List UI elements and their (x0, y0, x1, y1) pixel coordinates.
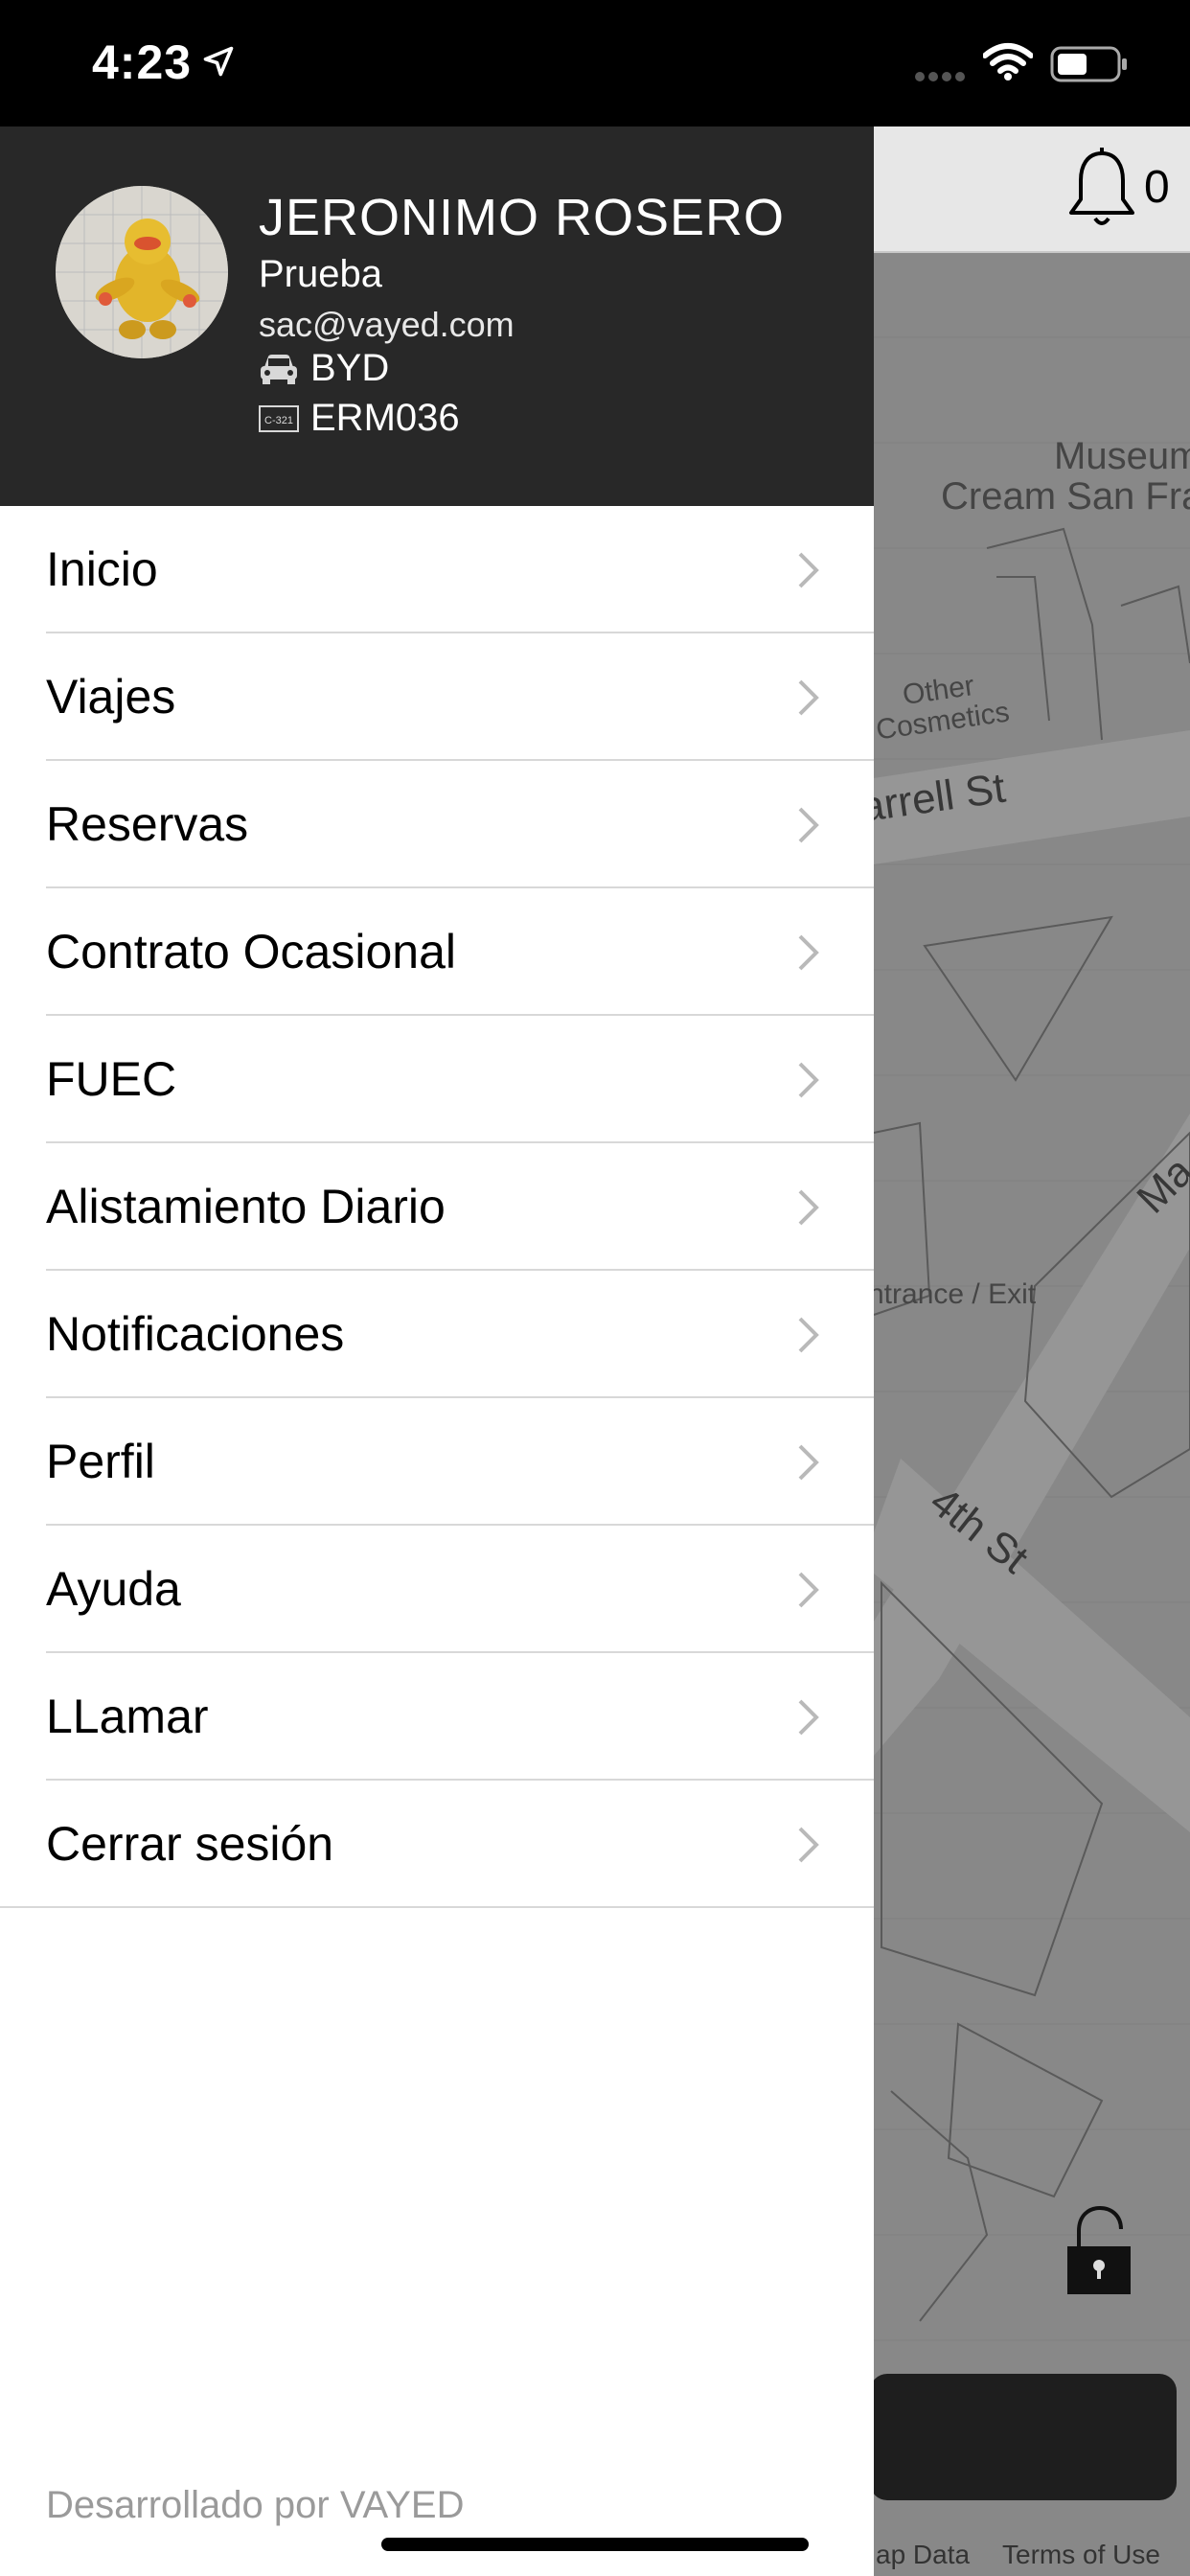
user-name: JERONIMO ROSERO (259, 189, 786, 246)
license-plate-icon: C-321 (259, 404, 299, 432)
menu-item-llamar[interactable]: LLamar (0, 1653, 874, 1781)
cellular-signal-icon (915, 69, 969, 86)
status-bar: 4:23 (0, 0, 1190, 126)
developer-credit: Desarrollado por VAYED (46, 2484, 465, 2526)
vehicle-row: BYD (259, 347, 389, 390)
chevron-right-icon (798, 1827, 819, 1863)
chevron-right-icon (798, 1317, 819, 1353)
location-arrow-icon (203, 46, 234, 77)
battery-icon (1050, 46, 1127, 82)
menu-item-viajes[interactable]: Viajes (0, 633, 874, 761)
menu-item-ayuda[interactable]: Ayuda (0, 1526, 874, 1653)
status-time: 4:23 (92, 35, 193, 89)
menu-separator (0, 1906, 874, 1908)
wifi-icon (983, 43, 1033, 80)
chevron-right-icon (798, 1572, 819, 1608)
menu-item-reservas[interactable]: Reservas (0, 761, 874, 888)
menu-item-perfil[interactable]: Perfil (0, 1398, 874, 1526)
home-indicator[interactable] (381, 2538, 809, 2551)
chevron-right-icon (798, 552, 819, 588)
menu-item-fuec[interactable]: FUEC (0, 1016, 874, 1143)
vehicle-plate: ERM036 (310, 397, 460, 439)
plate-row: C-321 ERM036 (259, 397, 460, 440)
avatar-image (56, 186, 228, 358)
menu-item-label: Perfil (46, 1435, 155, 1488)
menu-item-notificaciones[interactable]: Notificaciones (0, 1271, 874, 1398)
menu-item-alistamiento-diario[interactable]: Alistamiento Diario (0, 1143, 874, 1271)
user-company: Prueba (259, 253, 382, 295)
side-drawer: JERONIMO ROSERO Prueba sac@vayed.com BYD… (0, 126, 874, 2576)
chevron-right-icon (798, 934, 819, 971)
menu-item-label: Viajes (46, 670, 176, 724)
map-data-link[interactable]: ap Data (876, 2540, 970, 2570)
drawer-menu: Inicio Viajes Reservas Contrato Ocasiona… (0, 506, 874, 1908)
user-email: sac@vayed.com (259, 305, 515, 344)
notification-count[interactable]: 0 (1144, 161, 1170, 214)
terms-of-use-link[interactable]: Terms of Use (1002, 2540, 1160, 2570)
menu-item-contrato-ocasional[interactable]: Contrato Ocasional (0, 888, 874, 1016)
drawer-header: JERONIMO ROSERO Prueba sac@vayed.com BYD… (0, 126, 874, 506)
chevron-right-icon (798, 1699, 819, 1736)
menu-item-label: Reservas (46, 797, 249, 851)
menu-item-label: Inicio (46, 542, 158, 596)
menu-item-label: Alistamiento Diario (46, 1180, 446, 1233)
menu-item-inicio[interactable]: Inicio (0, 506, 874, 633)
chevron-right-icon (798, 1189, 819, 1226)
menu-item-label: Notificaciones (46, 1307, 345, 1361)
chevron-right-icon (798, 1062, 819, 1098)
chevron-right-icon (798, 1444, 819, 1481)
chevron-right-icon (798, 679, 819, 716)
map-bottom-action-bar[interactable] (870, 2374, 1177, 2500)
menu-item-label: Ayuda (46, 1562, 181, 1616)
unlock-icon[interactable] (1065, 2204, 1133, 2296)
menu-item-label: FUEC (46, 1052, 177, 1106)
plate-icon-text: C-321 (264, 415, 293, 426)
menu-item-label: LLamar (46, 1690, 209, 1743)
chevron-right-icon (798, 807, 819, 843)
vehicle-brand: BYD (310, 347, 390, 389)
menu-item-label: Contrato Ocasional (46, 925, 457, 978)
bell-icon[interactable] (1064, 146, 1140, 232)
menu-item-label: Cerrar sesión (46, 1817, 334, 1871)
car-icon (261, 354, 297, 384)
menu-item-cerrar-sesion[interactable]: Cerrar sesión (0, 1781, 874, 1908)
avatar[interactable] (56, 186, 228, 358)
